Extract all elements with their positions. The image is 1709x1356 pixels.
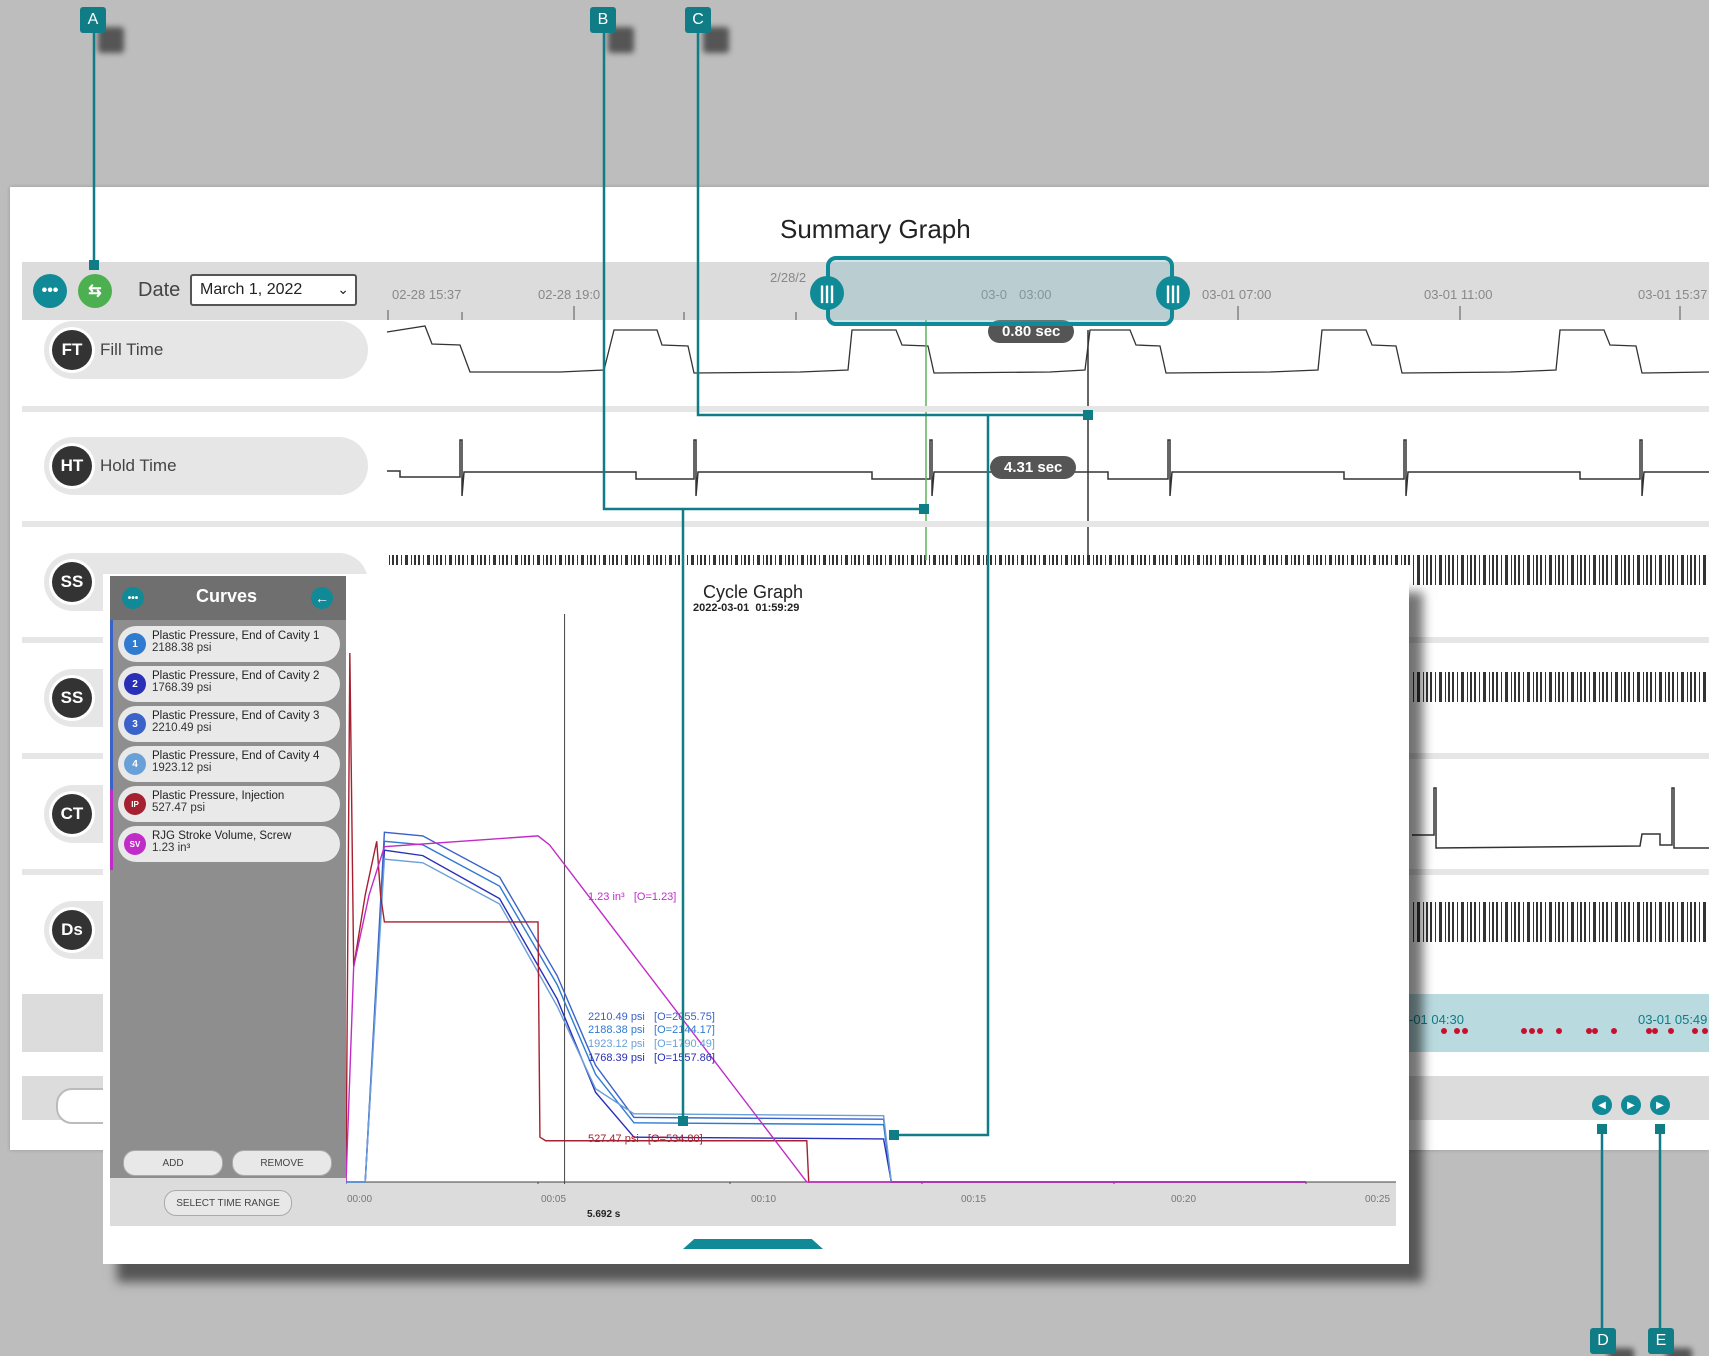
grip-icon: ||| (819, 282, 835, 303)
row-abbr-badge: SS (52, 562, 92, 602)
resize-handle[interactable] (683, 1239, 823, 1249)
curve-badge: 1 (124, 633, 146, 655)
curve-value: 1.23 in³ (152, 842, 191, 854)
step-back-button[interactable]: ◀ (1592, 1095, 1612, 1115)
collapse-button[interactable]: ← (311, 587, 333, 609)
x-tick: 00:15 (961, 1194, 987, 1205)
curve-badge: IP (124, 793, 146, 815)
curve-name: RJG Stroke Volume, Screw (152, 830, 292, 842)
curve-item[interactable]: 1 Plastic Pressure, End of Cavity 1 2188.3… (118, 626, 340, 662)
step-forward-button[interactable]: ▶ (1650, 1095, 1670, 1115)
curve-name: Plastic Pressure, End of Cavity 1 (152, 630, 320, 642)
curve-item[interactable]: 3 Plastic Pressure, End of Cavity 3 2210.4… (118, 706, 340, 742)
curve-badge: 2 (124, 673, 146, 695)
arrow-left-icon: ← (315, 590, 329, 606)
curve-name: Plastic Pressure, End of Cavity 3 (152, 710, 320, 722)
selector-right-handle[interactable]: ||| (1156, 276, 1190, 310)
x-tick: 00:10 (751, 1194, 777, 1205)
series-line (346, 849, 1306, 1183)
play-button[interactable]: ▶ (1621, 1095, 1641, 1115)
curves-sidebar: ••• Curves ← 1 Plastic Pressure, End of C… (110, 576, 346, 1226)
series-line (346, 835, 1306, 1183)
row-hold-time[interactable]: HT Hold Time (44, 437, 368, 495)
curve-name: Plastic Pressure, Injection (152, 790, 285, 802)
row-abbr-badge: Ds (52, 910, 92, 950)
curves-menu-button[interactable]: ••• (122, 587, 144, 609)
annotation-c4: 1923.12 psi [O=1790.49] (588, 1038, 715, 1050)
cycle-timestamp: 2022-03-01 01:59:29 (693, 602, 800, 614)
row-separator (22, 521, 1709, 527)
time-selector-window[interactable]: ||| ||| (810, 256, 1190, 326)
curves-header: ••• Curves ← (110, 576, 346, 620)
curve-value: 1768.39 psi (152, 682, 212, 694)
cursor-time-label: 5.692 s (587, 1209, 621, 1220)
annotation-sv: 1.23 in³ [O=1.23] (588, 891, 677, 903)
curve-item[interactable]: SV RJG Stroke Volume, Screw 1.23 in³ (118, 826, 340, 862)
row-name: Hold Time (100, 456, 177, 475)
selector-left-handle[interactable]: ||| (810, 276, 844, 310)
row-abbr-badge: HT (52, 446, 92, 486)
series-line (346, 840, 1306, 1183)
remove-curve-button[interactable]: REMOVE (232, 1150, 332, 1176)
x-tick: 00:00 (347, 1194, 373, 1205)
grip-icon: ||| (1165, 282, 1181, 303)
series-line (346, 858, 1306, 1183)
curve-value: 527.47 psi (152, 802, 206, 814)
annotation-c2: 1768.39 psi [O=1557.86] (588, 1052, 715, 1064)
annotation-c1: 2188.38 psi [O=2144.17] (588, 1024, 715, 1036)
curve-badge: SV (124, 833, 146, 855)
x-tick: 00:25 (1365, 1194, 1391, 1205)
alarm-markers (1441, 1028, 1708, 1034)
cycle-graph-window: ••• Curves ← 1 Plastic Pressure, End of C… (103, 574, 1409, 1264)
row-name: Fill Time (100, 340, 164, 359)
curve-value: 1923.12 psi (152, 762, 212, 774)
curve-name: Plastic Pressure, End of Cavity 4 (152, 750, 320, 762)
curve-item[interactable]: 4 Plastic Pressure, End of Cavity 4 1923.1… (118, 746, 340, 782)
curve-value: 2188.38 psi (152, 642, 212, 654)
row-abbr-badge: CT (52, 794, 92, 834)
step-forward-icon: ▶ (1656, 1099, 1664, 1111)
cycle-graph-title: Cycle Graph (703, 582, 804, 602)
x-tick: 00:05 (541, 1194, 567, 1205)
x-tick: 00:20 (1171, 1194, 1197, 1205)
row-separator (22, 406, 1709, 412)
x-axis-band (346, 1182, 1396, 1226)
cycle-chart (346, 614, 1396, 1184)
curve-item[interactable]: 2 Plastic Pressure, End of Cavity 2 1768.3… (118, 666, 340, 702)
play-icon: ▶ (1627, 1099, 1635, 1111)
row-abbr-badge: SS (52, 678, 92, 718)
curve-badge: 4 (124, 753, 146, 775)
row-fill-time[interactable]: FT Fill Time (44, 321, 368, 379)
ellipsis-icon: ••• (127, 592, 139, 604)
group-indicator (110, 620, 113, 790)
curves-title: Curves (196, 586, 258, 606)
annotation-c3: 2210.49 psi [O=2055.75] (588, 1011, 715, 1023)
curve-badge: 3 (124, 713, 146, 735)
curve-item[interactable]: IP Plastic Pressure, Injection 527.47 psi (118, 786, 340, 822)
hold-time-value-tag: 4.31 sec (990, 456, 1077, 479)
group-indicator (110, 790, 113, 870)
add-curve-button[interactable]: ADD (123, 1150, 223, 1176)
annotation-ip: 527.47 psi [O=534.80] (588, 1133, 703, 1145)
series-line (346, 652, 1306, 1183)
select-time-range-button[interactable]: SELECT TIME RANGE (164, 1190, 292, 1216)
curve-value: 2210.49 psi (152, 722, 212, 734)
curve-name: Plastic Pressure, End of Cavity 2 (152, 670, 320, 682)
row-abbr-badge: FT (52, 330, 92, 370)
series-line (346, 831, 1306, 1183)
step-back-icon: ◀ (1598, 1099, 1606, 1111)
